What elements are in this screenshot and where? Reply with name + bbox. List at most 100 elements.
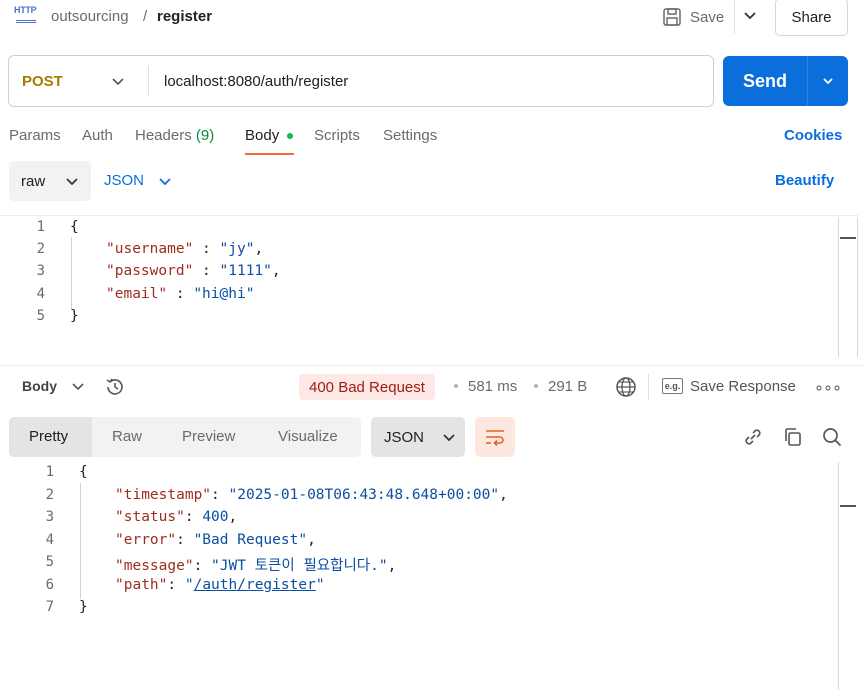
cookies-link[interactable]: Cookies — [784, 127, 842, 144]
response-body-label[interactable]: Body — [22, 378, 57, 394]
json-key: "error" — [115, 532, 177, 548]
chevron-down-icon — [443, 434, 455, 442]
line-number: 5 — [36, 308, 45, 324]
request-editor-scrollbar[interactable] — [838, 217, 839, 357]
copy-icon[interactable] — [782, 426, 804, 448]
chevron-down-icon — [159, 177, 171, 185]
code-line-path: "path": "/auth/register" — [115, 577, 325, 593]
save-options-chevron-icon[interactable] — [742, 6, 758, 26]
tab-auth[interactable]: Auth — [82, 127, 113, 144]
code-brace-close: } — [79, 599, 88, 615]
editor-top-border — [0, 215, 858, 216]
json-key: "username" — [106, 241, 194, 257]
tab-body[interactable]: Body — [245, 127, 279, 144]
response-time[interactable]: 581 ms — [468, 378, 517, 395]
json-key: "message" — [115, 558, 194, 574]
beautify-button[interactable]: Beautify — [775, 172, 834, 189]
example-icon[interactable]: e.g. — [662, 378, 683, 394]
line-number: 3 — [45, 509, 54, 525]
view-tab-pretty[interactable]: Pretty — [29, 428, 68, 445]
path-link[interactable]: /auth/register — [194, 577, 316, 593]
send-split-divider — [807, 56, 808, 106]
breadcrumb-request-name[interactable]: register — [157, 8, 212, 25]
json-key: "email" — [106, 286, 168, 302]
chevron-down-icon — [823, 78, 833, 85]
save-icon — [663, 8, 681, 26]
tab-scripts[interactable]: Scripts — [314, 127, 360, 144]
request-scroll-thumb[interactable] — [840, 237, 856, 239]
json-value: "1111" — [219, 263, 272, 279]
share-button[interactable]: Share — [775, 0, 848, 36]
indent-guide — [71, 237, 72, 309]
response-format-label: JSON — [384, 428, 425, 446]
separator-dot — [534, 384, 538, 388]
active-tab-underline — [245, 153, 294, 155]
save-divider — [734, 0, 735, 34]
response-body-viewer[interactable]: 1 2 3 4 5 6 7 { "timestamp": "2025-01-08… — [0, 462, 838, 690]
send-options-button[interactable] — [808, 56, 848, 106]
save-button[interactable]: Save — [662, 4, 724, 30]
chevron-down-icon[interactable] — [70, 378, 86, 394]
save-label: Save — [690, 8, 725, 26]
response-scroll-thumb[interactable] — [840, 505, 856, 507]
request-body-editor[interactable]: 1 2 3 4 5 { "username" : "jy", "password… — [0, 217, 838, 357]
code-line-status: "status": 400, — [115, 509, 238, 525]
tab-headers-label: Headers — [135, 127, 192, 144]
method-select[interactable]: POST — [22, 73, 63, 90]
url-input[interactable]: localhost:8080/auth/register — [164, 73, 348, 90]
breadcrumb-separator: / — [143, 8, 148, 25]
chevron-down-icon[interactable] — [110, 73, 126, 89]
json-key: "path" — [115, 577, 168, 593]
indent-guide — [80, 483, 81, 599]
line-number: 4 — [36, 286, 45, 302]
json-value: "hi@hi" — [193, 286, 255, 302]
view-tab-raw[interactable]: Raw — [112, 428, 142, 445]
json-key: "status" — [115, 509, 185, 525]
request-editor-edge — [857, 217, 858, 357]
globe-icon[interactable] — [615, 376, 637, 398]
code-line-timestamp: "timestamp": "2025-01-08T06:43:48.648+00… — [115, 487, 508, 503]
json-value: 400 — [202, 509, 229, 525]
line-number: 3 — [36, 263, 45, 279]
wrap-lines-button[interactable] — [475, 417, 515, 457]
tab-settings[interactable]: Settings — [383, 127, 437, 144]
body-mode-select[interactable]: raw — [9, 161, 91, 201]
tab-headers[interactable]: Headers (9) — [135, 127, 214, 144]
save-response-button[interactable]: Save Response — [690, 378, 796, 395]
line-number: 2 — [45, 487, 54, 503]
code-brace-open: { — [70, 219, 79, 235]
search-icon[interactable] — [821, 426, 843, 448]
response-format-select[interactable]: JSON — [371, 417, 465, 457]
body-format-select[interactable]: JSON — [104, 172, 172, 189]
headers-count-badge: (9) — [195, 127, 215, 144]
response-divider — [0, 365, 865, 366]
response-size[interactable]: 291 B — [548, 378, 587, 395]
line-number: 2 — [36, 241, 45, 257]
http-request-icon: HTTP — [14, 5, 38, 27]
code-line-password: "password" : "1111", — [106, 263, 281, 279]
line-number: 4 — [45, 532, 54, 548]
history-icon[interactable] — [104, 376, 126, 398]
json-key: "password" — [106, 263, 194, 279]
breadcrumb-collection[interactable]: outsourcing — [51, 8, 129, 25]
line-number: 1 — [45, 464, 54, 480]
toolbar-divider — [648, 374, 649, 400]
line-number: 5 — [45, 554, 54, 570]
status-badge[interactable]: 400 Bad Request — [299, 374, 435, 400]
code-line-message: "message": "JWT 토큰이 필요합니다.", — [115, 558, 397, 574]
view-tab-visualize[interactable]: Visualize — [278, 428, 338, 445]
tab-params[interactable]: Params — [9, 127, 61, 144]
line-number: 6 — [45, 577, 54, 593]
view-tab-preview[interactable]: Preview — [182, 428, 235, 445]
code-line-email: "email" : "hi@hi" — [106, 286, 255, 302]
link-icon[interactable] — [742, 426, 764, 448]
separator-dot — [454, 384, 458, 388]
response-scrollbar[interactable] — [838, 462, 839, 690]
send-button[interactable]: Send — [723, 56, 807, 106]
chevron-down-icon — [66, 178, 78, 186]
code-brace-open: { — [79, 464, 88, 480]
wrap-lines-icon — [486, 430, 504, 447]
more-options-icon[interactable]: ∘∘∘ — [814, 378, 842, 398]
line-number: 7 — [45, 599, 54, 615]
body-mode-label: raw — [21, 172, 46, 190]
